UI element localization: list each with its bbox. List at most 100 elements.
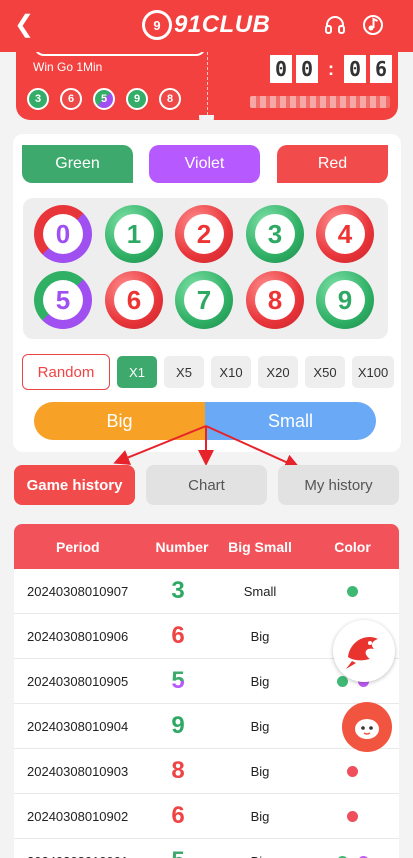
- number-cell: 9: [171, 712, 185, 739]
- countdown-digit: 0: [270, 55, 292, 83]
- period-cell: 20240308010901: [14, 854, 142, 858]
- countdown: 0 0 : 0 6: [270, 55, 392, 83]
- big-small-selector: Big Small: [34, 402, 376, 440]
- number-cell: 3: [171, 577, 185, 604]
- countdown-digit: 6: [370, 55, 392, 83]
- color-cell: [306, 765, 399, 777]
- dragon-graphic: [346, 637, 378, 669]
- number-cell: 5: [142, 667, 214, 695]
- header-period: Period: [56, 538, 100, 555]
- number-label: 3: [255, 214, 295, 254]
- recent-result-ball: 5: [93, 88, 115, 110]
- header-big-small: Big Small: [228, 538, 292, 555]
- number-ball-9[interactable]: 9: [316, 271, 374, 329]
- dragon-icon[interactable]: [333, 620, 395, 682]
- recent-result-ball: 9: [126, 88, 148, 110]
- logo-text: 91CLUB: [174, 11, 271, 38]
- how-to-play-pill[interactable]: [34, 52, 206, 56]
- recent-result-ball: 6: [60, 88, 82, 110]
- red-dot: [347, 765, 358, 777]
- small-button[interactable]: Small: [205, 402, 376, 440]
- dashed-divider: [207, 52, 208, 120]
- number-ball-8[interactable]: 8: [246, 271, 304, 329]
- table-body: 20240308010907 3 Small 20240308010906 6 Big 20…: [14, 569, 399, 858]
- multiplier-x1[interactable]: X1: [117, 356, 157, 388]
- back-icon[interactable]: ❮: [14, 12, 36, 38]
- recent-result-ball: 3: [27, 88, 49, 110]
- color-cell: [306, 810, 399, 822]
- color-cell: [306, 585, 399, 597]
- top-header: ❮ 9 91CLUB: [0, 0, 413, 52]
- green-button[interactable]: Green: [22, 145, 133, 183]
- red-button[interactable]: Red: [277, 145, 388, 183]
- number-ball-1[interactable]: 1: [105, 205, 163, 263]
- multiplier-x10[interactable]: X10: [211, 356, 251, 388]
- table-row: 20240308010902 6 Big: [14, 794, 399, 839]
- number-label: 5: [43, 280, 83, 320]
- big-small-cell: Big: [250, 808, 270, 824]
- green-dot: [347, 585, 358, 597]
- number-ball-4[interactable]: 4: [316, 205, 374, 263]
- multiplier-x50[interactable]: X50: [305, 356, 345, 388]
- number-ball-7[interactable]: 7: [175, 271, 233, 329]
- multiplier-x100[interactable]: X100: [352, 356, 394, 388]
- blurred-period-id: [250, 96, 390, 108]
- number-label: 1: [114, 214, 154, 254]
- red-dot: [347, 810, 358, 822]
- table-row: 20240308010903 8 Big: [14, 749, 399, 794]
- number-ball-5[interactable]: 5: [34, 271, 92, 329]
- countdown-digit: 0: [344, 55, 366, 83]
- music-icon[interactable]: [361, 13, 385, 37]
- number-ball-6[interactable]: 6: [105, 271, 163, 329]
- big-small-cell: Small: [243, 583, 277, 599]
- big-small-cell: Big: [250, 763, 270, 779]
- number-ball-0[interactable]: 0: [34, 205, 92, 263]
- multiplier-x20[interactable]: X20: [258, 356, 298, 388]
- period-cell: 20240308010906: [27, 628, 129, 644]
- number-grid: 01234 56789: [23, 198, 388, 339]
- number-label: 9: [325, 280, 365, 320]
- headset-icon[interactable]: [323, 13, 347, 37]
- period-cell: 20240308010907: [27, 583, 129, 599]
- big-small-cell: Big: [250, 718, 270, 734]
- number-label: 4: [325, 214, 365, 254]
- recent-results: 36598: [27, 88, 181, 110]
- multiplier-row: Random X1 X5 X10 X20 X50 X100: [22, 354, 401, 390]
- tab-my-history[interactable]: My history: [278, 465, 399, 505]
- bet-card: Green Violet Red 0123456789 Random X1 X5 X…: [13, 134, 401, 452]
- number-ball-3[interactable]: 3: [246, 205, 304, 263]
- number-cell: 5: [142, 847, 214, 858]
- period-cell: 20240308010905: [27, 673, 129, 689]
- recent-result-ball: 8: [159, 88, 181, 110]
- app-logo: 9 91CLUB: [142, 8, 270, 42]
- header-color: Color: [334, 538, 371, 555]
- logo-mark: 9: [142, 10, 172, 40]
- table-header: Period Number Big Small Color: [14, 524, 399, 569]
- big-small-cell: Big: [250, 673, 270, 689]
- countdown-separator: :: [328, 58, 334, 79]
- game-name: Win Go 1Min: [33, 60, 103, 74]
- countdown-digit: 0: [296, 55, 318, 83]
- number-label: 7: [184, 280, 224, 320]
- number-label: 6: [114, 280, 154, 320]
- period-cell: 20240308010903: [27, 763, 129, 779]
- card-notch: [199, 115, 214, 125]
- number-cell: 8: [171, 757, 185, 784]
- number-label: 8: [255, 280, 295, 320]
- mascot-graphic: [355, 719, 379, 739]
- number-label: 2: [184, 214, 224, 254]
- period-cell: 20240308010902: [27, 808, 129, 824]
- tab-chart[interactable]: Chart: [146, 465, 267, 505]
- multiplier-x5[interactable]: X5: [164, 356, 204, 388]
- green-dot: [336, 675, 348, 687]
- table-row: 20240308010907 3 Small: [14, 569, 399, 614]
- history-table: Period Number Big Small Color 2024030801…: [14, 524, 399, 858]
- number-cell: 6: [171, 802, 185, 829]
- random-button[interactable]: Random: [22, 354, 110, 390]
- violet-button[interactable]: Violet: [149, 145, 260, 183]
- tab-game-history[interactable]: Game history: [14, 465, 135, 505]
- big-button[interactable]: Big: [34, 402, 205, 440]
- support-chat-icon[interactable]: [342, 702, 392, 752]
- number-ball-2[interactable]: 2: [175, 205, 233, 263]
- table-row: 202403080109015Big: [14, 839, 399, 858]
